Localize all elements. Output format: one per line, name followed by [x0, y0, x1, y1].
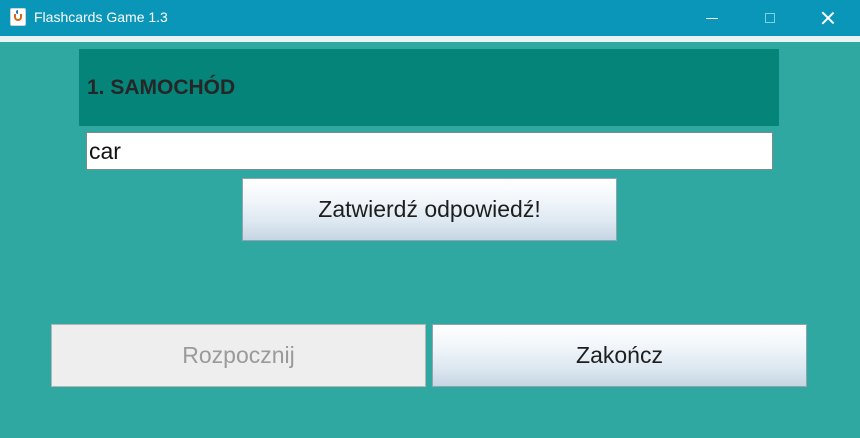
submit-answer-button[interactable]: Zatwierdź odpowiedź!	[242, 178, 617, 241]
question-label: 1. SAMOCHÓD	[87, 76, 236, 99]
question-panel: 1. SAMOCHÓD	[79, 49, 779, 126]
java-cup-icon[interactable]	[10, 8, 26, 26]
maximize-button[interactable]	[741, 0, 799, 36]
answer-input[interactable]	[86, 132, 773, 170]
minimize-icon	[706, 17, 718, 19]
start-button[interactable]: Rozpocznij	[51, 324, 426, 387]
close-icon	[821, 11, 835, 25]
close-button[interactable]	[799, 0, 857, 36]
end-button[interactable]: Zakończ	[432, 324, 807, 387]
app-window: Flashcards Game 1.3 1. SAMOCHÓD Zatwierd…	[0, 0, 860, 438]
minimize-button[interactable]	[683, 0, 741, 36]
maximize-icon	[765, 13, 775, 23]
title-bar[interactable]: Flashcards Game 1.3	[0, 0, 860, 36]
title-bar-divider	[0, 36, 860, 42]
window-title: Flashcards Game 1.3	[34, 9, 168, 25]
